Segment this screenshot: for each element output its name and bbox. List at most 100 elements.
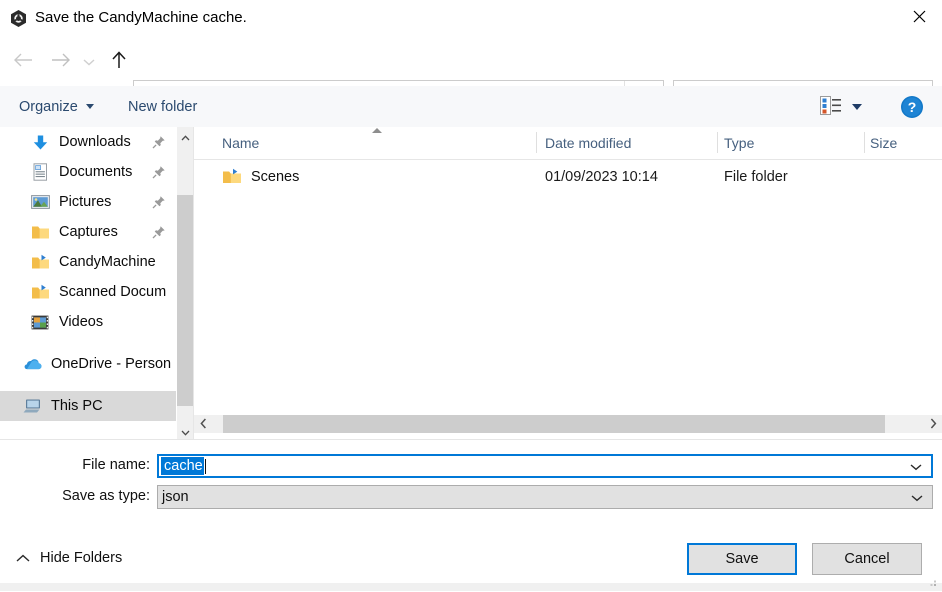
chevron-down-icon: [181, 423, 190, 439]
file-name-input[interactable]: cache: [157, 454, 933, 478]
navigation-bar: › This PC › Desktop › My project › Asset…: [0, 37, 942, 116]
sidebar-item-videos[interactable]: Videos: [0, 307, 176, 337]
arrow-right-icon: [50, 52, 71, 71]
file-list-pane: Name Date modified Type Size Scenes 01/0…: [194, 127, 942, 439]
pin-icon: [152, 225, 166, 239]
scroll-left-button[interactable]: [194, 415, 212, 433]
organize-button[interactable]: Organize: [19, 86, 94, 127]
chevron-right-icon: [930, 416, 937, 432]
forward-button[interactable]: [45, 45, 75, 77]
this-pc-icon: [22, 396, 42, 416]
sidebar-item-scanned-documents[interactable]: Scanned Docum: [0, 277, 176, 307]
column-header-date-modified[interactable]: Date modified: [545, 127, 631, 158]
close-button[interactable]: [896, 0, 942, 32]
sidebar-label: Videos: [59, 314, 104, 330]
documents-icon: [30, 162, 50, 182]
folder-shortcut-icon: [222, 168, 242, 186]
file-name-cell: Scenes: [222, 168, 299, 186]
content-area: Downloads Documents Pictures Captures Ca…: [0, 127, 942, 439]
sidebar-item-captures[interactable]: Captures: [0, 217, 176, 247]
pictures-icon: [30, 192, 50, 212]
view-options-button[interactable]: [820, 86, 862, 127]
help-button[interactable]: ?: [900, 95, 924, 119]
new-folder-label: New folder: [128, 98, 198, 115]
arrow-left-icon: [13, 52, 34, 71]
file-name-dropdown-button[interactable]: [901, 456, 931, 476]
sidebar-label: Pictures: [59, 194, 112, 210]
chevron-down-icon: [83, 53, 95, 69]
table-row[interactable]: Scenes 01/09/2023 10:14 File folder: [194, 160, 942, 194]
text-cursor: [204, 458, 206, 474]
candymachine-hexagon-icon: [9, 9, 28, 28]
pin-icon: [152, 165, 166, 179]
recent-locations-button[interactable]: [78, 45, 100, 77]
scrollbar-thumb[interactable]: [223, 415, 885, 433]
pin-icon: [152, 195, 166, 209]
scroll-down-button[interactable]: [177, 422, 194, 439]
sidebar-item-candymachine[interactable]: CandyMachine: [0, 247, 176, 277]
sidebar-item-downloads[interactable]: Downloads: [0, 127, 176, 157]
save-as-type-label: Save as type:: [62, 488, 150, 504]
title-bar: Save the CandyMachine cache.: [0, 0, 942, 37]
column-header-type[interactable]: Type: [724, 127, 754, 158]
column-divider[interactable]: [864, 132, 865, 153]
cancel-button[interactable]: Cancel: [812, 543, 922, 575]
hide-folders-label: Hide Folders: [40, 550, 123, 566]
scroll-right-button[interactable]: [924, 415, 942, 433]
save-as-type-select[interactable]: json: [157, 485, 933, 509]
pin-icon: [152, 135, 166, 149]
back-button[interactable]: [8, 45, 38, 77]
sort-ascending-icon: [372, 128, 382, 133]
folder-icon: [30, 222, 50, 242]
column-divider[interactable]: [717, 132, 718, 153]
save-form: File name: cache Save as type: json Hide…: [0, 439, 942, 592]
status-strip: [0, 583, 942, 591]
file-name-label: File name:: [82, 457, 150, 473]
svg-text:?: ?: [908, 99, 917, 115]
chevron-down-icon: [910, 458, 922, 474]
horizontal-scrollbar[interactable]: [194, 415, 942, 433]
onedrive-cloud-icon: [22, 354, 42, 374]
chevron-left-icon: [199, 416, 207, 432]
column-headers: Name Date modified Type Size: [194, 127, 942, 160]
sidebar-label: This PC: [51, 398, 103, 414]
save-button[interactable]: Save: [687, 543, 797, 575]
column-header-name[interactable]: Name: [222, 127, 259, 158]
sidebar-item-onedrive[interactable]: OneDrive - Person: [0, 349, 176, 379]
window-title: Save the CandyMachine cache.: [35, 9, 247, 26]
sidebar-scrollbar[interactable]: [176, 127, 194, 439]
column-header-size[interactable]: Size: [870, 127, 897, 158]
chevron-down-icon: [852, 103, 862, 110]
organize-label: Organize: [19, 98, 78, 115]
videos-icon: [30, 312, 50, 332]
chevron-up-icon: [181, 128, 190, 144]
column-divider[interactable]: [536, 132, 537, 153]
new-folder-button[interactable]: New folder: [128, 86, 197, 127]
sidebar-item-pictures[interactable]: Pictures: [0, 187, 176, 217]
file-type-cell: File folder: [724, 169, 788, 185]
downloads-arrow-icon: [30, 132, 50, 152]
file-name-text: Scenes: [251, 169, 300, 185]
up-one-level-button[interactable]: [104, 45, 134, 77]
file-date-cell: 01/09/2023 10:14: [545, 169, 658, 185]
scroll-up-button[interactable]: [177, 127, 194, 144]
file-name-value: cache: [161, 457, 204, 475]
resize-grip[interactable]: [926, 575, 938, 587]
scrollbar-thumb[interactable]: [177, 195, 194, 406]
sidebar-label: Scanned Docum: [59, 284, 167, 300]
sidebar-item-documents[interactable]: Documents: [0, 157, 176, 187]
sidebar-label: Downloads: [59, 134, 131, 150]
sidebar-label: CandyMachine: [59, 254, 156, 270]
chevron-down-icon: [911, 489, 923, 505]
save-as-type-dropdown-button[interactable]: [902, 486, 932, 508]
chevron-up-icon: [16, 550, 30, 566]
save-as-type-value: json: [162, 489, 189, 505]
sidebar-label: OneDrive - Person: [51, 356, 172, 372]
navigation-pane: Downloads Documents Pictures Captures Ca…: [0, 127, 176, 439]
hide-folders-button[interactable]: Hide Folders: [16, 550, 122, 566]
folder-shortcut-icon: [30, 252, 50, 272]
sidebar-item-this-pc[interactable]: This PC: [0, 391, 176, 421]
